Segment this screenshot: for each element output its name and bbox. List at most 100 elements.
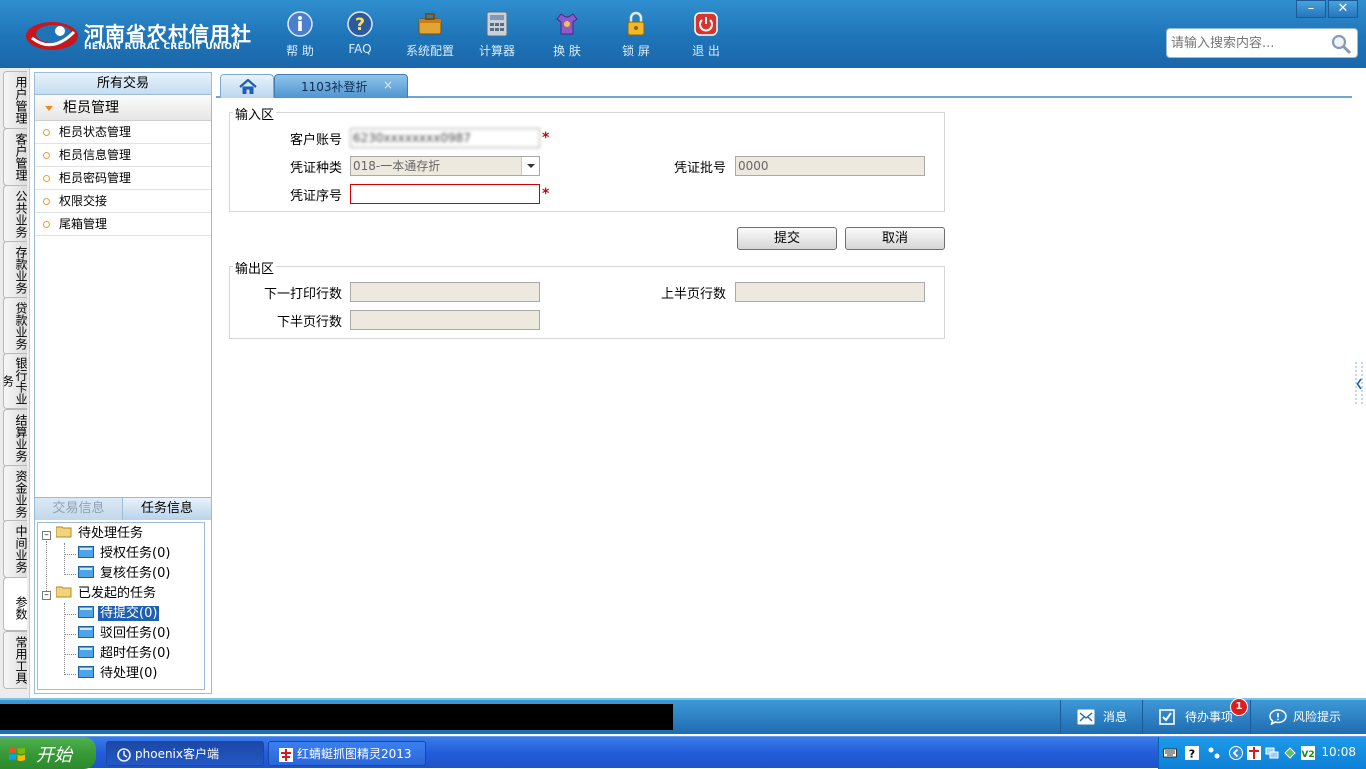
taskbar-item-screenshot-tool[interactable]: 红蜻蜓抓图精灵2013 [268, 741, 426, 766]
search-input[interactable] [1171, 33, 1327, 53]
network-icon[interactable] [1265, 746, 1279, 760]
category-loan[interactable]: 贷款业务 [3, 297, 27, 355]
help-icon: ? [347, 11, 373, 37]
nav-group-label: 柜员管理 [63, 100, 119, 116]
svg-text:V2: V2 [1301, 750, 1314, 760]
nav-item-cashbox[interactable]: 尾箱管理 [35, 213, 211, 236]
info-icon [287, 11, 313, 37]
voucher-type-label: 凭证种类 [289, 161, 342, 176]
category-funds[interactable]: 资金业务 [3, 465, 27, 523]
start-label: 开始 [36, 745, 72, 766]
tree-node-initiated[interactable]: 已发起的任务 [56, 585, 158, 603]
system-config-button[interactable]: 系统配置 [400, 8, 460, 62]
exit-label: 退 出 [692, 44, 720, 58]
account-label: 客户账号 [289, 133, 342, 148]
chevron-down-icon[interactable] [521, 157, 539, 175]
category-public-business[interactable]: 公共业务 [3, 185, 27, 243]
category-bank-card[interactable]: 银行卡业务 [3, 353, 27, 409]
folder-open-icon [56, 586, 72, 598]
start-button[interactable]: 开始 [0, 737, 96, 769]
tab-task-info[interactable]: 任务信息 [123, 498, 211, 520]
category-user-management[interactable]: 用户管理 [3, 71, 27, 129]
voucher-type-value: 018-一本通存折 [353, 159, 441, 173]
nav-item-teller-info[interactable]: 柜员信息管理 [35, 144, 211, 167]
submit-button[interactable]: 提交 [737, 227, 837, 250]
voucher-type-select[interactable]: 018-一本通存折 [350, 156, 540, 176]
nav-item-permission-handover[interactable]: 权限交接 [35, 190, 211, 213]
tab-1103-passbook[interactable]: 1103补登折 × [274, 74, 408, 98]
taskbar-clock: 10:08 [1321, 745, 1356, 759]
chevron-left-icon[interactable] [1229, 746, 1243, 760]
cancel-button[interactable]: 取消 [845, 227, 945, 250]
minimize-button[interactable]: – [1296, 0, 1326, 18]
security-tray-icon[interactable] [1283, 746, 1297, 760]
account-input[interactable] [350, 128, 540, 148]
search-icon[interactable] [1329, 32, 1353, 56]
home-icon [239, 79, 257, 94]
tree-node-label: 超时任务(0) [100, 646, 171, 661]
risk-alert-button[interactable]: 风险提示 [1250, 700, 1366, 734]
help-tray-icon[interactable]: ? [1185, 746, 1199, 760]
checkbox-icon [1159, 709, 1175, 725]
nav-item-teller-password[interactable]: 柜员密码管理 [35, 167, 211, 190]
bullet-icon [43, 152, 50, 159]
tree-node-timeout[interactable]: 超时任务(0) [78, 645, 172, 663]
lock-screen-button[interactable]: 锁 屏 [606, 8, 666, 62]
nav-group-teller[interactable]: 柜员管理 [35, 95, 211, 121]
app-header: 河南省农村信用社 HENAN RURAL CREDIT UNION 帮 助 ? … [0, 0, 1366, 68]
screenshot-tray-icon[interactable] [1247, 746, 1261, 760]
category-intermediate[interactable]: 中间业务 [3, 520, 27, 578]
change-skin-button[interactable]: 换 肤 [537, 8, 597, 62]
nav-item-label: 柜员信息管理 [59, 148, 132, 162]
category-deposit[interactable]: 存款业务 [3, 241, 27, 299]
tree-node-authorization[interactable]: 授权任务(0) [78, 545, 172, 563]
tree-node-to-process[interactable]: 待处理(0) [78, 665, 159, 683]
voucher-seq-label: 凭证序号 [289, 189, 342, 204]
tab-label: 1103补登折 [301, 80, 368, 94]
nav-panel-title: 所有交易 [35, 73, 211, 95]
brand-logo: 河南省农村信用社 HENAN RURAL CREDIT UNION [24, 12, 251, 54]
close-tab-icon[interactable]: × [383, 78, 393, 92]
tab-home[interactable] [220, 74, 274, 98]
power-icon [694, 12, 718, 36]
tree-node-rejected[interactable]: 驳回任务(0) [78, 625, 172, 643]
risk-alert-label: 风险提示 [1293, 710, 1342, 724]
close-button[interactable]: ✕ [1328, 0, 1358, 18]
tree-node-label: 驳回任务(0) [100, 626, 171, 641]
settings-tray-icon[interactable] [1207, 746, 1221, 760]
voucher-seq-input[interactable] [350, 184, 540, 204]
tree-node-review[interactable]: 复核任务(0) [78, 565, 172, 583]
bullet-icon [43, 129, 50, 136]
category-common-tools[interactable]: 常用工具 [3, 631, 27, 689]
category-parameters[interactable]: 参数 [3, 577, 27, 631]
tree-node-label: 复核任务(0) [100, 566, 171, 581]
shirt-icon [556, 13, 578, 35]
next-print-line-field [350, 282, 540, 302]
vpn-tray-icon[interactable]: V2 [1301, 746, 1315, 760]
calculator-button[interactable]: 计算器 [467, 8, 527, 62]
windows-taskbar: 开始 phoenix客户端 红蜻蜓抓图精灵2013 ? V2 10:08 [0, 736, 1366, 769]
folder-icon [78, 646, 94, 658]
nav-item-teller-status[interactable]: 柜员状态管理 [35, 121, 211, 144]
messages-button[interactable]: 消息 [1060, 700, 1142, 734]
tab-transaction-info[interactable]: 交易信息 [35, 498, 123, 520]
required-mark: * [542, 186, 550, 202]
collapse-panel-icon[interactable] [1355, 362, 1363, 406]
category-customer-management[interactable]: 客户管理 [3, 128, 27, 186]
collapse-icon[interactable]: – [42, 591, 51, 600]
tab-strip: 1103补登折 × [216, 72, 1352, 98]
tree-node-label: 授权任务(0) [100, 546, 171, 561]
exit-button[interactable]: 退 出 [676, 8, 736, 62]
keyboard-icon[interactable] [1163, 746, 1177, 760]
output-area-legend: 输出区 [233, 258, 277, 277]
taskbar-item-phoenix[interactable]: phoenix客户端 [106, 741, 264, 766]
help-button[interactable]: 帮 助 [270, 8, 330, 62]
tree-node-to-submit[interactable]: 待提交(0) [78, 605, 160, 623]
collapse-icon[interactable]: – [42, 531, 51, 540]
todo-label: 待办事项 [1185, 710, 1234, 724]
required-mark: * [542, 130, 550, 146]
tree-node-pending[interactable]: 待处理任务 [56, 525, 145, 543]
faq-button[interactable]: ? FAQ [330, 8, 390, 62]
category-settlement[interactable]: 结算业务 [3, 409, 27, 467]
status-bar: 消息 待办事项 风险提示 [0, 698, 1366, 734]
